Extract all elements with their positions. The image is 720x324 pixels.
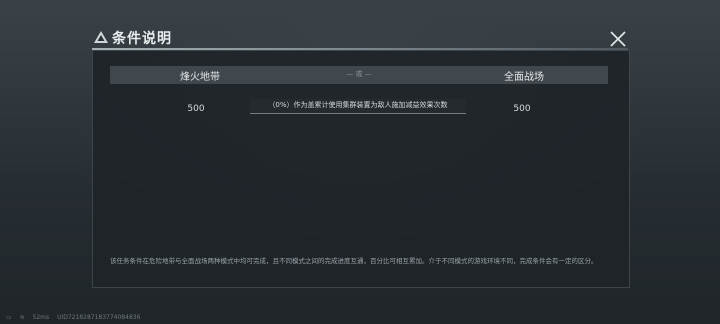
condition-note: 该任务条件在危险地带与全面战场两种模式中均可完成，且不同模式之间的完成进度互通，… — [110, 257, 598, 265]
mode-header: 烽火地带 — 或 — 全面战场 — [110, 66, 608, 84]
or-separator: — 或 — — [346, 70, 372, 78]
condition-dialog — [92, 50, 630, 288]
wifi-icon: ≋ — [19, 314, 25, 321]
ping-value: 52ms — [32, 314, 50, 321]
status-bar: ▭ ≋ 52ms UID7218287183774084836 — [6, 314, 146, 321]
condition-text: （0%）作为盖累计使用集群装置为敌人施加减益效果次数 — [250, 99, 466, 114]
dialog-title-bar: 条件说明 — [92, 26, 628, 50]
uid-text: UID7218287183774084836 — [57, 314, 141, 321]
mode-right-label: 全面战场 — [504, 72, 544, 83]
dialog-title: 条件说明 — [112, 31, 172, 47]
mode-left-label: 烽火地带 — [180, 72, 220, 83]
close-button[interactable] — [609, 30, 627, 48]
right-target-value: 500 — [513, 104, 531, 114]
battery-icon: ▭ — [6, 314, 12, 321]
triangle-logo-icon — [94, 31, 108, 43]
left-target-value: 500 — [187, 104, 205, 114]
